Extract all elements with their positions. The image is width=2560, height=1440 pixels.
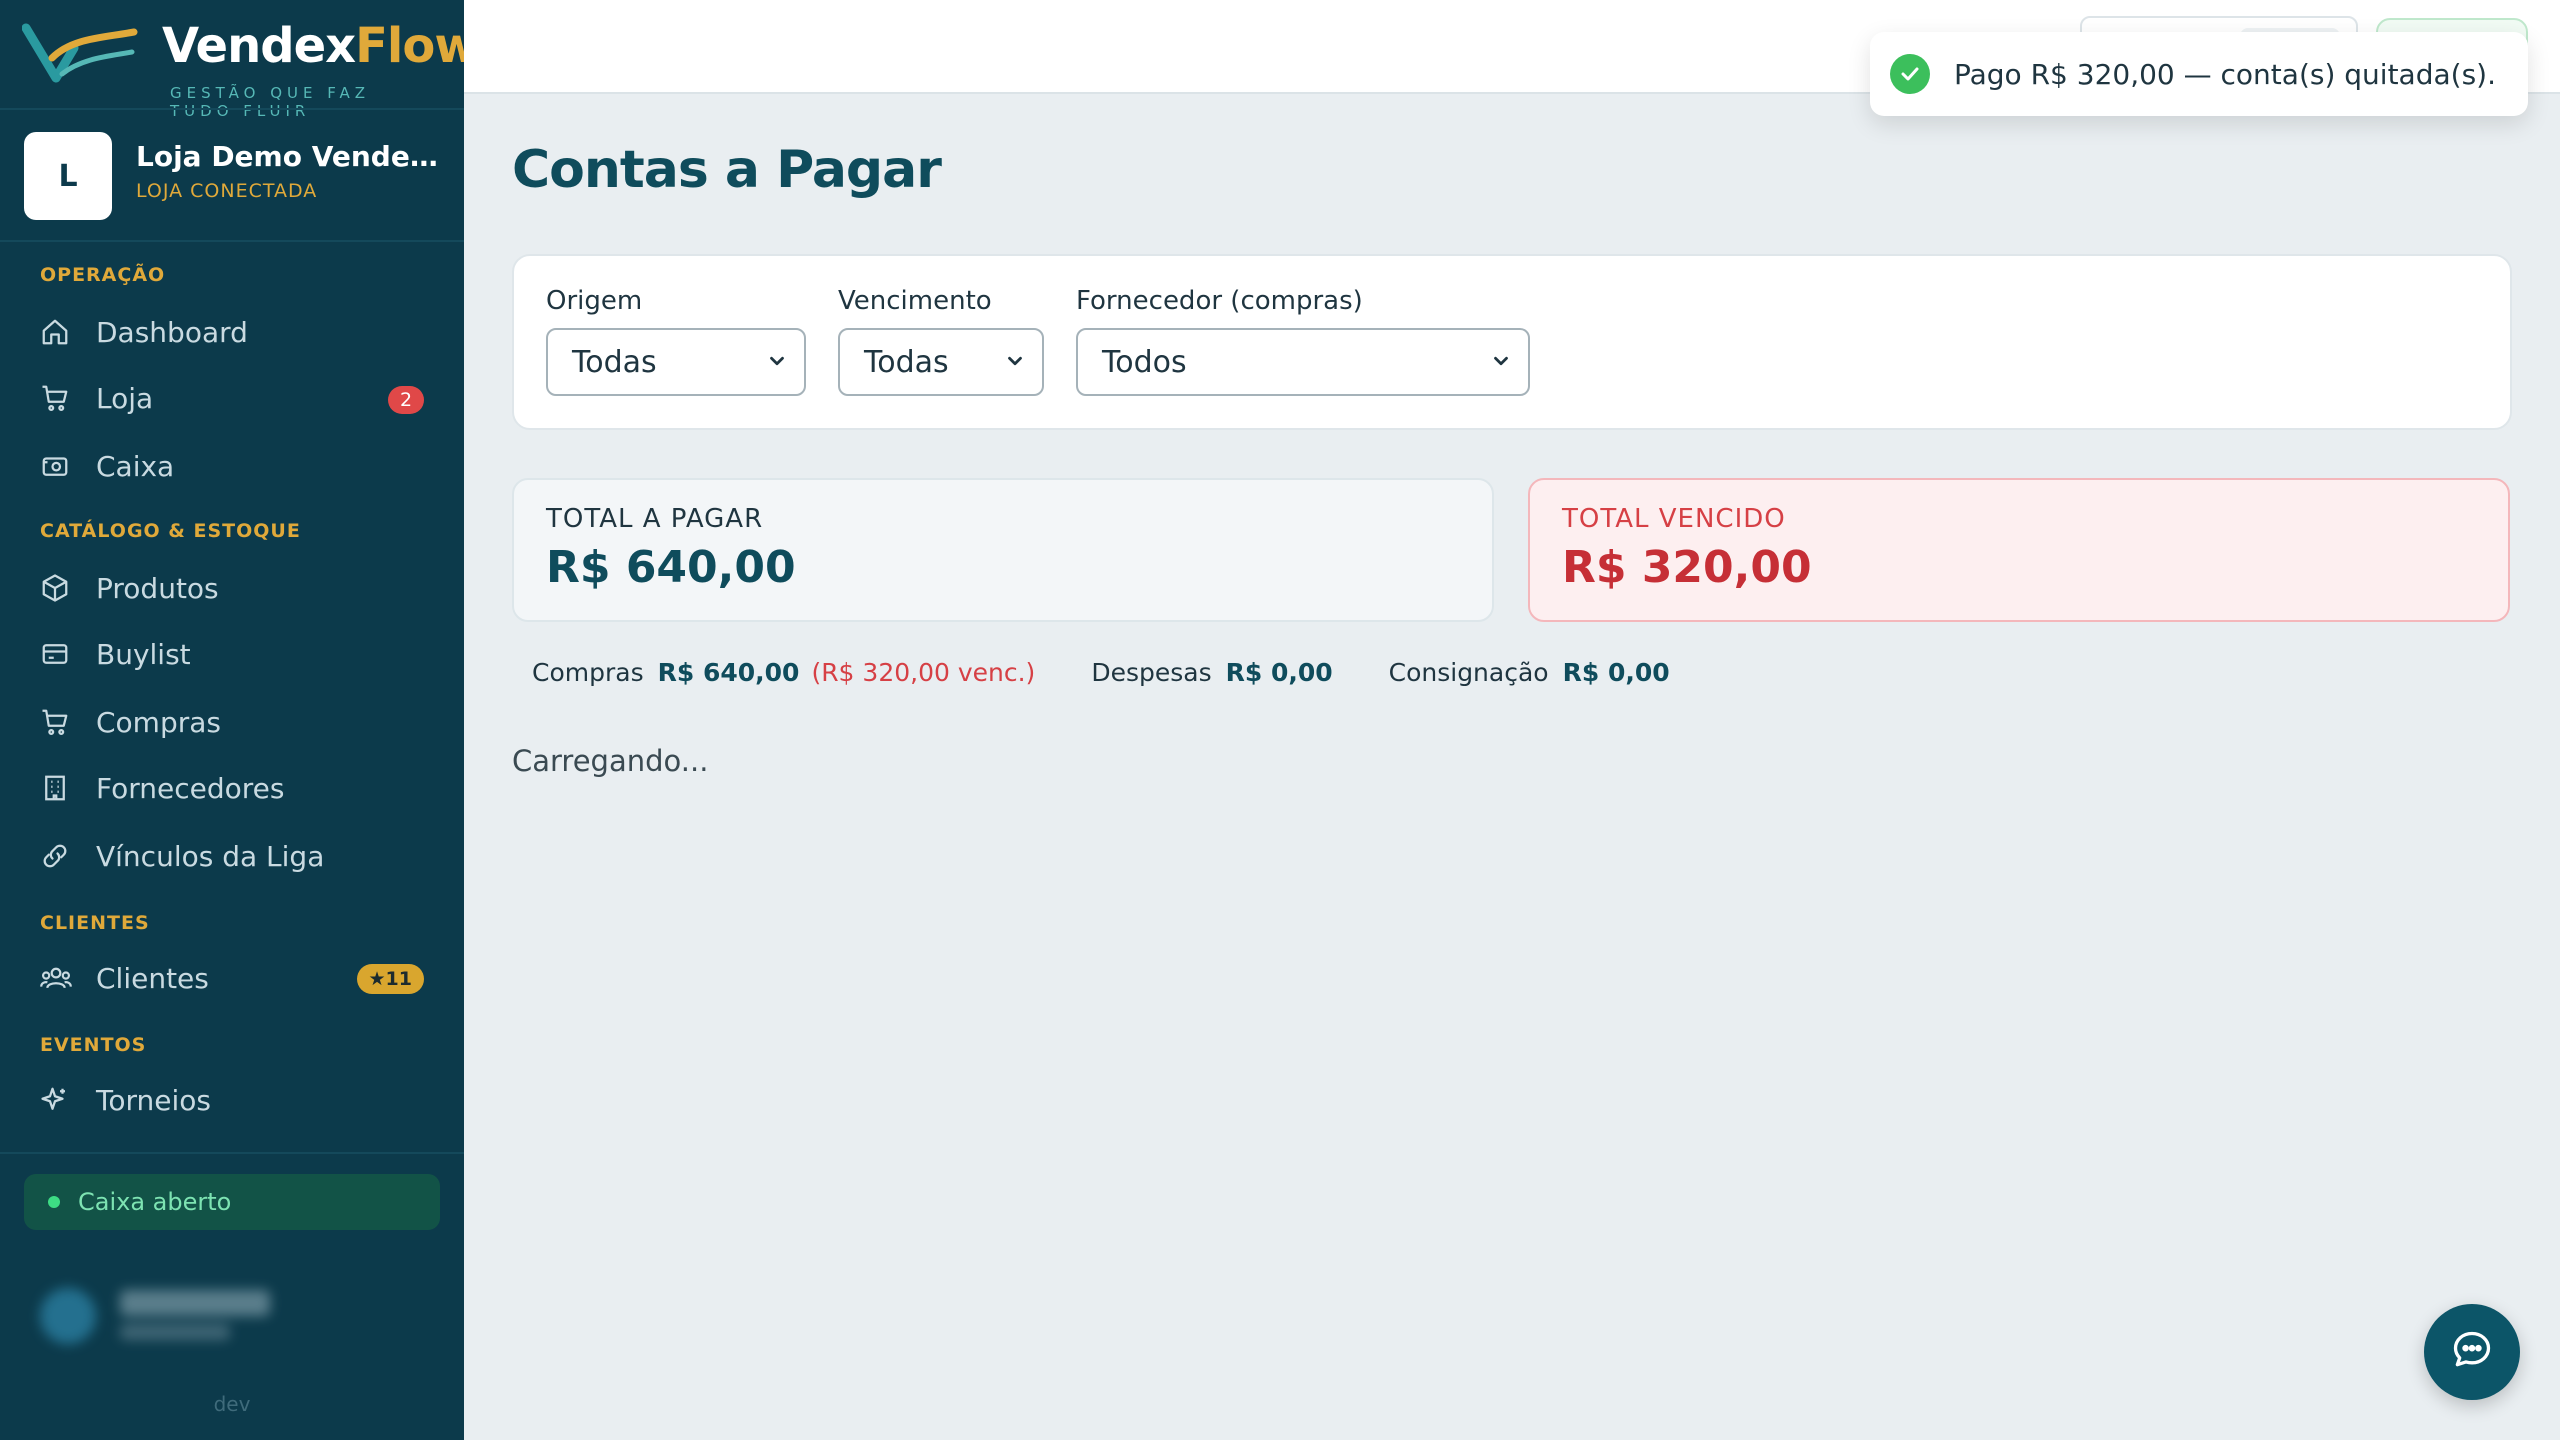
breakdown-label: Despesas xyxy=(1091,657,1212,687)
store-name: Loja Demo VendexFlow xyxy=(136,140,446,173)
home-icon xyxy=(24,304,80,360)
filter-label: Vencimento xyxy=(838,286,992,316)
sidebar-item-label: Fornecedores xyxy=(96,771,285,805)
sidebar-divider xyxy=(0,108,464,110)
select-value: Todas xyxy=(864,344,949,380)
vendexflow-logo-icon xyxy=(22,23,138,83)
sidebar-divider xyxy=(0,1152,464,1154)
sidebar-item-label: Clientes xyxy=(96,961,209,995)
sidebar-item-buylist[interactable]: Buylist xyxy=(24,626,440,682)
caixa-status-pill[interactable]: Caixa aberto xyxy=(24,1174,440,1230)
filter-label: Fornecedor (compras) xyxy=(1076,286,1363,316)
sidebar-item-label: Compras xyxy=(96,705,221,739)
store-selector[interactable]: L Loja Demo VendexFlow LOJA CONECTADA xyxy=(24,132,446,222)
origem-select[interactable]: Todas xyxy=(546,328,806,396)
link-icon xyxy=(24,828,80,884)
card-icon xyxy=(24,626,80,682)
breakdown-compras: Compras R$ 640,00 (R$ 320,00 venc.) xyxy=(532,658,1035,687)
sidebar-item-clientes[interactable]: Clientes ★11 xyxy=(24,950,440,1006)
sidebar-item-dashboard[interactable]: Dashboard xyxy=(24,304,440,360)
breakdown-value: R$ 640,00 xyxy=(657,657,800,687)
page-title: Contas a Pagar xyxy=(512,140,942,200)
sidebar-item-label: Buylist xyxy=(96,637,191,671)
breakdown-value: R$ 0,00 xyxy=(1562,657,1670,687)
loyalty-badge: ★11 xyxy=(356,964,424,994)
notification-badge: 2 xyxy=(388,386,424,414)
brand-tagline: GESTÃO QUE FAZ TUDO FLUIR xyxy=(170,84,371,120)
sidebar-item-label: Vínculos da Liga xyxy=(96,839,325,873)
sidebar-item-label: Dashboard xyxy=(96,315,248,349)
box-icon xyxy=(24,560,80,616)
sidebar-item-loja[interactable]: Loja 2 xyxy=(24,370,440,426)
user-profile[interactable] xyxy=(24,1268,440,1358)
sidebar-item-torneios[interactable]: Torneios xyxy=(24,1072,440,1128)
breakdown-label: Consignação xyxy=(1388,657,1549,687)
vencimento-select[interactable]: Todas xyxy=(838,328,1044,396)
caixa-status-text: Caixa aberto xyxy=(78,1188,232,1216)
select-value: Todas xyxy=(572,344,657,380)
building-icon xyxy=(24,760,80,816)
breakdown-consignacao: Consignação R$ 0,00 xyxy=(1389,658,1670,687)
sidebar-item-label: Torneios xyxy=(96,1083,211,1117)
total-vencido-card: TOTAL VENCIDO R$ 320,00 xyxy=(1528,478,2510,622)
total-a-pagar-card: TOTAL A PAGAR R$ 640,00 xyxy=(512,478,1494,622)
toast-message: Pago R$ 320,00 — conta(s) quitada(s). xyxy=(1954,57,2496,91)
sidebar-item-label: Caixa xyxy=(96,449,175,483)
breakdown-value: R$ 0,00 xyxy=(1225,657,1333,687)
summary-label: TOTAL VENCIDO xyxy=(1562,504,1786,534)
fornecedor-select[interactable]: Todos xyxy=(1076,328,1530,396)
chevron-down-icon xyxy=(1004,345,1026,380)
check-circle-icon xyxy=(1890,54,1930,94)
user-name-placeholder xyxy=(120,1290,270,1316)
cart-icon xyxy=(24,694,80,750)
chevron-down-icon xyxy=(1490,345,1512,380)
section-label-clientes: CLIENTES xyxy=(40,912,150,934)
section-label-eventos: EVENTOS xyxy=(40,1034,147,1056)
sidebar-item-produtos[interactable]: Produtos xyxy=(24,560,440,616)
breakdown-despesas: Despesas R$ 0,00 xyxy=(1091,658,1332,687)
sparkle-icon xyxy=(24,1072,80,1128)
sidebar: VendexFlow GESTÃO QUE FAZ TUDO FLUIR L L… xyxy=(0,0,479,1440)
section-label-catalogo: CATÁLOGO & ESTOQUE xyxy=(40,520,301,542)
avatar xyxy=(40,1288,96,1344)
sidebar-item-fornecedores[interactable]: Fornecedores xyxy=(24,760,440,816)
breakdown-row: Compras R$ 640,00 (R$ 320,00 venc.) Desp… xyxy=(532,652,1726,692)
filter-label: Origem xyxy=(546,286,643,316)
users-icon xyxy=(24,950,80,1006)
sidebar-item-label: Produtos xyxy=(96,571,219,605)
filters-card: Origem Todas Vencimento Todas Fornecedor… xyxy=(512,254,2512,430)
store-avatar: L xyxy=(24,132,112,220)
sidebar-divider xyxy=(0,240,464,242)
success-toast[interactable]: Pago R$ 320,00 — conta(s) quitada(s). xyxy=(1870,32,2528,116)
chevron-down-icon xyxy=(766,345,788,380)
summary-value: R$ 640,00 xyxy=(546,542,796,593)
user-role-placeholder xyxy=(120,1324,230,1340)
summary-label: TOTAL A PAGAR xyxy=(546,504,764,534)
filter-origem: Origem Todas xyxy=(546,286,806,396)
select-value: Todos xyxy=(1102,344,1187,380)
chat-button[interactable] xyxy=(2424,1304,2520,1400)
breakdown-label: Compras xyxy=(532,657,644,687)
cart-icon xyxy=(24,370,80,426)
status-dot xyxy=(48,1196,60,1208)
sidebar-item-caixa[interactable]: Caixa xyxy=(24,438,440,494)
sidebar-item-compras[interactable]: Compras xyxy=(24,694,440,750)
filter-fornecedor: Fornecedor (compras) Todos xyxy=(1076,286,1530,396)
filter-vencimento: Vencimento Todas xyxy=(838,286,1044,396)
brand-logo[interactable]: VendexFlow GESTÃO QUE FAZ TUDO FLUIR xyxy=(22,12,479,120)
sidebar-item-label: Loja xyxy=(96,381,154,415)
chat-bubble-icon xyxy=(2450,1328,2494,1376)
cash-register-icon xyxy=(24,438,80,494)
brand-name: VendexFlow xyxy=(162,18,479,74)
loading-text: Carregando... xyxy=(512,744,709,778)
summary-value: R$ 320,00 xyxy=(1562,542,1812,593)
sidebar-item-vinculos-da-liga[interactable]: Vínculos da Liga xyxy=(24,828,440,884)
store-status: LOJA CONECTADA xyxy=(136,180,318,202)
breakdown-overdue: (R$ 320,00 venc.) xyxy=(811,657,1036,687)
section-label-operacao: OPERAÇÃO xyxy=(40,264,166,286)
environment-label: dev xyxy=(213,1392,251,1416)
